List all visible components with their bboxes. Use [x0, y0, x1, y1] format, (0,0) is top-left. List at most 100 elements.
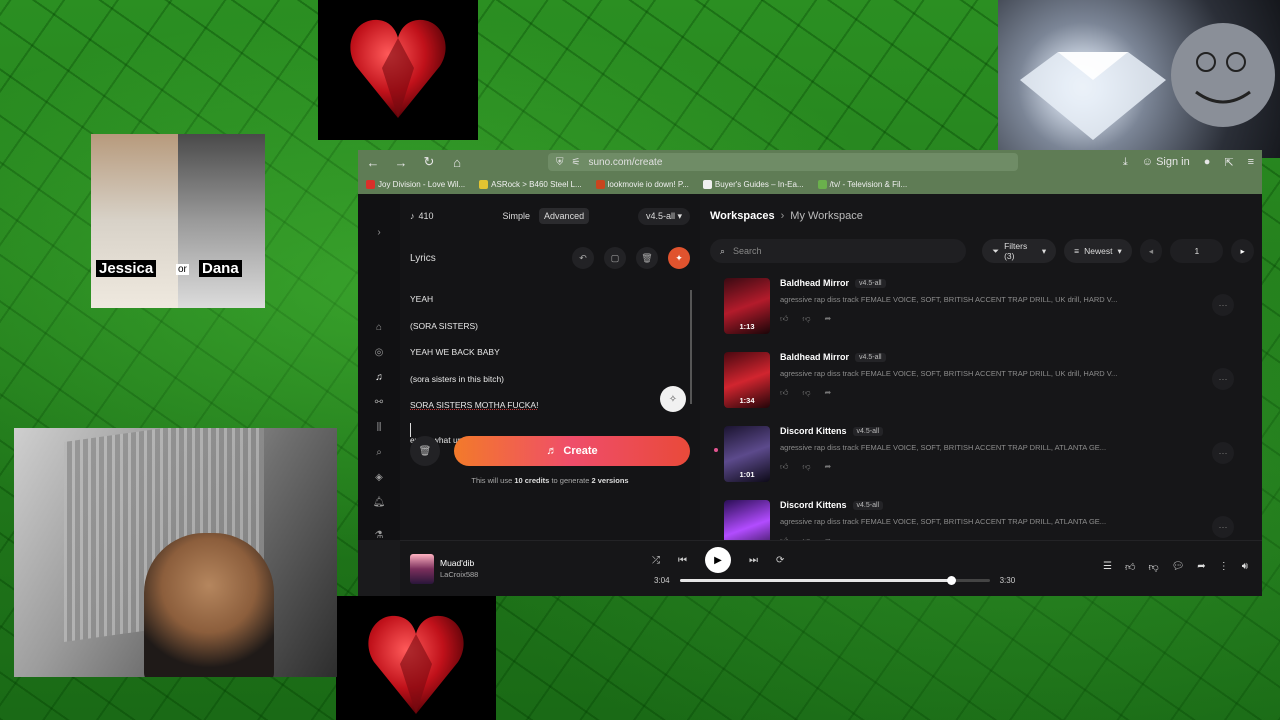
more-options-icon[interactable]: ⋯	[1212, 442, 1234, 464]
dislike-icon[interactable]: 👎︎	[802, 314, 810, 324]
track-cover[interactable]: 1:13	[724, 278, 770, 334]
extension-icon[interactable]: ●	[1204, 156, 1211, 168]
download-icon[interactable]: ⤓	[1123, 156, 1128, 169]
site-settings-icon[interactable]: ⚟	[572, 157, 581, 168]
bookmark-item[interactable]: lookmovie io down! P...	[595, 179, 689, 189]
breadcrumb-workspaces[interactable]: Workspaces	[710, 210, 775, 222]
undo-icon[interactable]: ↶	[572, 247, 594, 269]
next-icon[interactable]: ⏭	[749, 555, 758, 566]
volume-icon[interactable]: 🔊︎	[1242, 561, 1248, 573]
back-icon[interactable]: ←	[366, 155, 380, 170]
like-icon[interactable]: 👍︎	[1125, 561, 1135, 573]
dana-label: Dana	[199, 260, 242, 277]
comment-icon[interactable]: 💬︎	[1172, 561, 1185, 573]
track-cover[interactable]	[724, 500, 770, 540]
track-row[interactable]: 1:01 Discord Kittens v4.5-all agressive rap…	[710, 420, 1254, 494]
like-icon[interactable]: 👍︎	[780, 462, 788, 472]
advanced-mode-tab[interactable]: Advanced	[539, 208, 590, 224]
more-options-icon[interactable]: ⋯	[1212, 516, 1234, 538]
track-cover[interactable]: 1:34	[724, 352, 770, 408]
track-title[interactable]: Baldhead Mirror	[780, 278, 849, 288]
player-bar: Muad'dib LaCroix588 ⤮ ⏮ ▶ ⏭ ⟳ 3:04 3:30 …	[400, 540, 1262, 596]
track-cover[interactable]: 1:01	[724, 426, 770, 482]
share-icon[interactable]: ⇱	[1224, 156, 1233, 169]
model-version-select[interactable]: v4.5-all ▾	[637, 207, 690, 225]
search-input[interactable]: ⌕ Search	[710, 239, 967, 263]
progress-bar[interactable]	[679, 576, 990, 585]
create-button[interactable]: ♬ Create	[454, 436, 690, 466]
enhance-lyrics-button[interactable]: ✧	[660, 386, 686, 412]
menu-icon[interactable]: ≡	[1248, 156, 1254, 168]
track-title[interactable]: Baldhead Mirror	[780, 352, 849, 362]
like-icon[interactable]: 👍︎	[780, 314, 788, 324]
shuffle-icon[interactable]: ⤮	[652, 555, 660, 566]
track-row[interactable]: 1:34 Baldhead Mirror v4.5-all agressive rap…	[710, 346, 1254, 420]
magic-wand-icon[interactable]: ✦	[668, 247, 690, 269]
credits-display[interactable]: ♪ 410	[410, 211, 434, 221]
home-nav-icon[interactable]: ⌂	[376, 315, 382, 340]
reload-icon[interactable]: ↻	[422, 154, 436, 170]
breadcrumb-current[interactable]: My Workspace	[790, 210, 863, 222]
lyrics-textarea[interactable]: YEAH (SORA SISTERS) YEAH WE BACK BABY (sora…	[410, 286, 692, 419]
notifications-icon[interactable]: 🔔︎	[373, 490, 386, 515]
more-icon[interactable]: ⋮	[1219, 561, 1229, 573]
more-options-icon[interactable]: ⋯	[1212, 368, 1234, 390]
more-options-icon[interactable]: ⋯	[1212, 294, 1234, 316]
clear-button[interactable]: 🗑︎	[410, 436, 440, 466]
repeat-icon[interactable]: ⟳	[776, 555, 784, 566]
dislike-icon[interactable]: 👎︎	[802, 388, 810, 398]
bookmark-item[interactable]: ASRock > B460 Steel L...	[479, 179, 582, 189]
side-rail: › ⌂ ◎ ♫ ⚯ ⫼ ⌕ ◈ 🔔︎ ⚗	[358, 194, 400, 541]
delete-lyrics-icon[interactable]: 🗑︎	[636, 247, 658, 269]
lab-icon[interactable]: ⚗	[375, 523, 384, 548]
play-button[interactable]: ▶	[705, 547, 731, 573]
forward-icon[interactable]: →	[394, 155, 408, 170]
create-nav-icon[interactable]: ♫	[375, 365, 383, 390]
share-icon[interactable]: ➦	[825, 388, 832, 398]
bookmark-label: /tv/ - Television & Fil...	[829, 179, 908, 189]
search-nav-icon[interactable]: ⌕	[376, 440, 382, 465]
next-page-button[interactable]: ▸	[1231, 239, 1255, 263]
now-playing-artist[interactable]: LaCroix588	[440, 569, 478, 581]
queue-icon[interactable]: ☰	[1103, 561, 1112, 573]
hooks-icon[interactable]: ◈	[375, 465, 383, 490]
track-row[interactable]: Discord Kittens v4.5-all agressive rap dis…	[710, 494, 1254, 540]
previous-icon[interactable]: ⏮	[678, 555, 687, 566]
lyrics-line: SORA SISTERS MOTHA FUCKA!	[410, 400, 539, 410]
copy-icon[interactable]: ▢	[604, 247, 626, 269]
sort-button[interactable]: ≡ Newest ▾	[1064, 239, 1132, 263]
lyrics-scrollbar[interactable]	[690, 290, 692, 404]
explore-icon[interactable]: ◎	[375, 340, 384, 365]
track-title[interactable]: Discord Kittens	[780, 500, 847, 510]
expand-icon[interactable]: ›	[377, 220, 380, 245]
progress-knob[interactable]	[947, 576, 957, 585]
sign-in-button[interactable]: ☺ Sign in	[1142, 156, 1190, 168]
share-icon[interactable]: ➦	[825, 462, 832, 472]
studio-icon[interactable]: ⚯	[375, 390, 383, 415]
bookmark-item[interactable]: /tv/ - Television & Fil...	[817, 179, 908, 189]
bookmark-item[interactable]: Joy Division - Love Wil...	[366, 179, 465, 189]
like-icon[interactable]: 👍︎	[780, 388, 788, 398]
home-icon[interactable]: ⌂	[450, 155, 464, 170]
prev-page-button[interactable]: ◂	[1139, 239, 1163, 263]
player-actions: ☰ 👍︎ 👎︎ 💬︎ ➦ ⋮ 🔊︎	[1103, 561, 1248, 573]
address-bar[interactable]: ⛨ ⚟ suno.com/create	[548, 153, 1018, 171]
dislike-icon[interactable]: 👎︎	[802, 462, 810, 472]
share-icon[interactable]: ➦	[1197, 561, 1205, 573]
lyrics-tools: ↶ ▢ 🗑︎ ✦	[572, 247, 690, 269]
track-info: Baldhead Mirror v4.5-all agressive rap dis…	[780, 352, 1254, 398]
library-icon[interactable]: ⫼	[377, 415, 382, 440]
dislike-icon[interactable]: 👎︎	[1148, 561, 1158, 573]
track-title-row: Baldhead Mirror v4.5-all	[780, 352, 1254, 362]
now-playing-title[interactable]: Muad'dib	[440, 557, 478, 569]
filters-button[interactable]: ⏷ Filters (3) ▾	[982, 239, 1057, 263]
progress-row: 3:04 3:30	[654, 576, 1015, 585]
page-number[interactable]: 1	[1170, 239, 1224, 263]
now-playing-cover[interactable]	[410, 553, 434, 584]
share-icon[interactable]: ➦	[825, 314, 832, 324]
track-row[interactable]: 1:13 Baldhead Mirror v4.5-all agressive rap…	[710, 272, 1254, 346]
bookmark-item[interactable]: Buyer's Guides – In-Ea...	[702, 179, 804, 189]
track-title[interactable]: Discord Kittens	[780, 426, 847, 436]
track-description: agressive rap diss track FEMALE VOICE, S…	[780, 369, 1118, 378]
simple-mode-tab[interactable]: Simple	[498, 208, 536, 224]
